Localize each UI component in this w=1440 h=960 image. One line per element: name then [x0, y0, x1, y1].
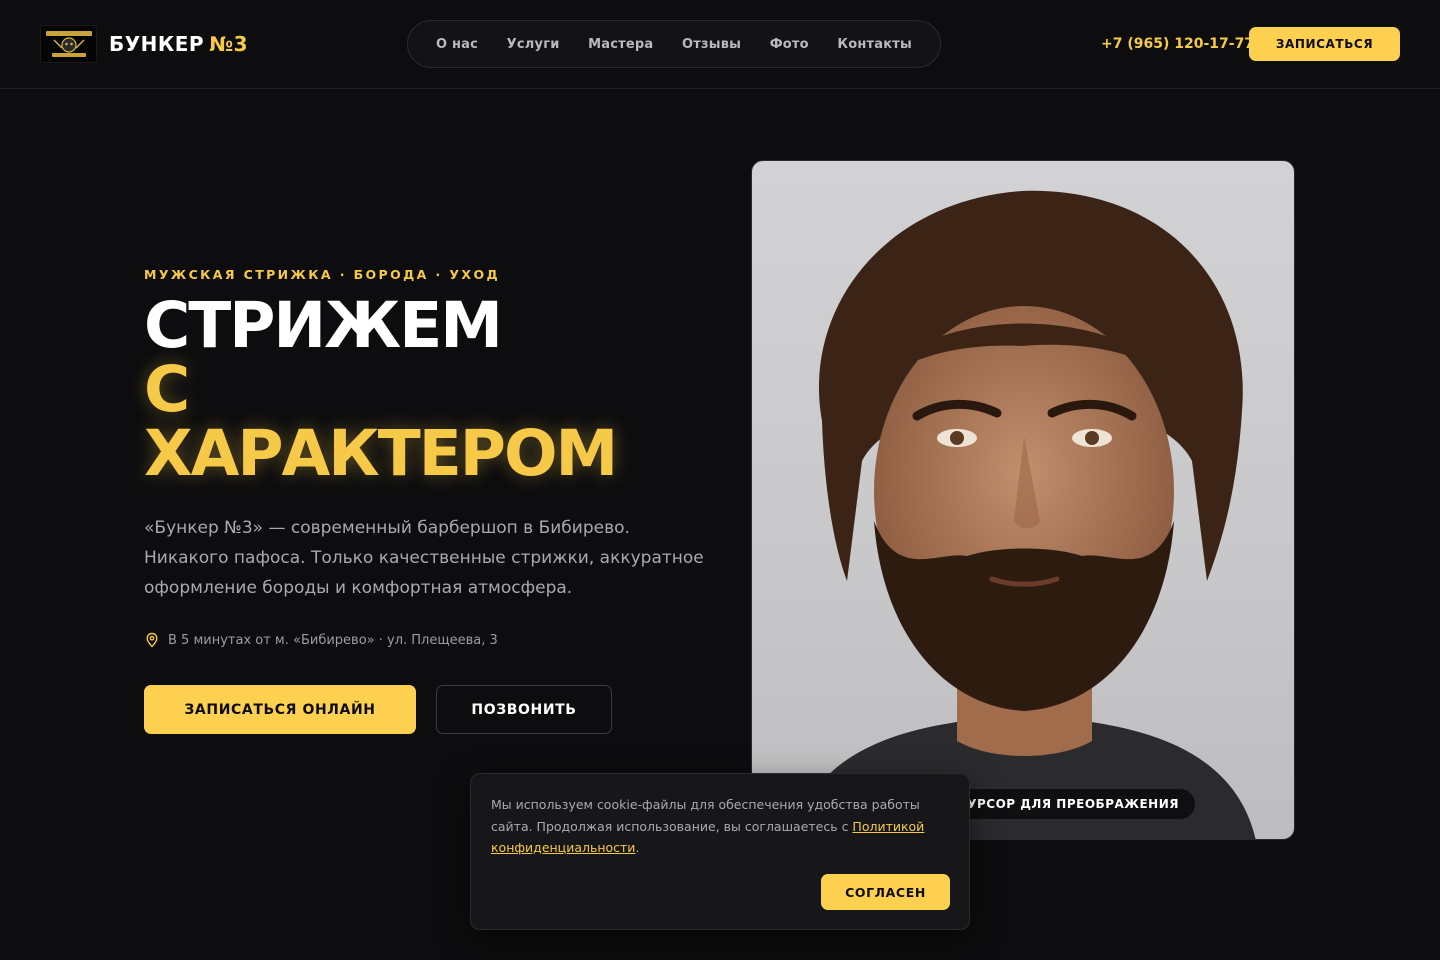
hero-eyebrow: МУЖСКАЯ СТРИЖКА · БОРОДА · УХОД — [144, 267, 501, 282]
hero-description: «Бункер №3» — современный барбершоп в Би… — [144, 518, 704, 598]
nav-item-reviews[interactable]: Отзывы — [682, 37, 741, 52]
hero-photo[interactable] — [751, 160, 1295, 840]
nav-item-masters[interactable]: Мастера — [588, 37, 653, 52]
hero-title-line-2: С — [144, 353, 190, 426]
cookie-period: . — [635, 840, 640, 855]
brand-name: БУНКЕР №3 — [109, 32, 248, 56]
logo-emblem-icon — [45, 31, 92, 57]
hero-title: СТРИЖЕМ С ХАРАКТЕРОМ — [144, 289, 618, 490]
barber-portrait-image — [792, 190, 1256, 839]
header-book-button[interactable]: ЗАПИСАТЬСЯ — [1249, 27, 1400, 61]
nav-item-photo[interactable]: Фото — [770, 37, 809, 52]
nav-item-contacts[interactable]: Контакты — [837, 37, 912, 52]
brand-main: БУНКЕР — [109, 32, 205, 56]
phone-link[interactable]: +7 (965) 120-17-77 — [1101, 36, 1254, 52]
cookie-text: Мы используем cookie-файлы для обеспечен… — [491, 794, 956, 859]
hero-title-line-3: ХАРАКТЕРОМ — [144, 417, 618, 490]
location-text: В 5 минутах от м. «Бибирево» · ул. Плеще… — [168, 632, 498, 648]
site-header: БУНКЕР №3 О нас Услуги Мастера Отзывы Фот… — [0, 0, 1440, 89]
map-pin-icon — [146, 632, 158, 648]
cookie-banner: Мы используем cookie-файлы для обеспечен… — [470, 773, 970, 930]
brand-accent: №3 — [209, 32, 249, 56]
photo-hover-hint: НАВЕДИТЕ КУРСОР ДЛЯ ПРЕОБРАЖЕНИЯ — [940, 789, 1195, 819]
logo[interactable] — [40, 25, 97, 63]
nav-item-services[interactable]: Услуги — [507, 37, 560, 52]
nav-item-about[interactable]: О нас — [436, 37, 478, 52]
cookie-accept-button[interactable]: СОГЛАСЕН — [821, 874, 950, 910]
main-nav: О нас Услуги Мастера Отзывы Фото Контакт… — [407, 20, 941, 68]
call-button[interactable]: ПОЗВОНИТЬ — [436, 685, 612, 734]
book-online-button[interactable]: ЗАПИСАТЬСЯ ОНЛАЙН — [144, 685, 416, 734]
hero-title-line-1: СТРИЖЕМ — [144, 289, 503, 362]
location-line: В 5 минутах от м. «Бибирево» · ул. Плеще… — [144, 632, 498, 648]
